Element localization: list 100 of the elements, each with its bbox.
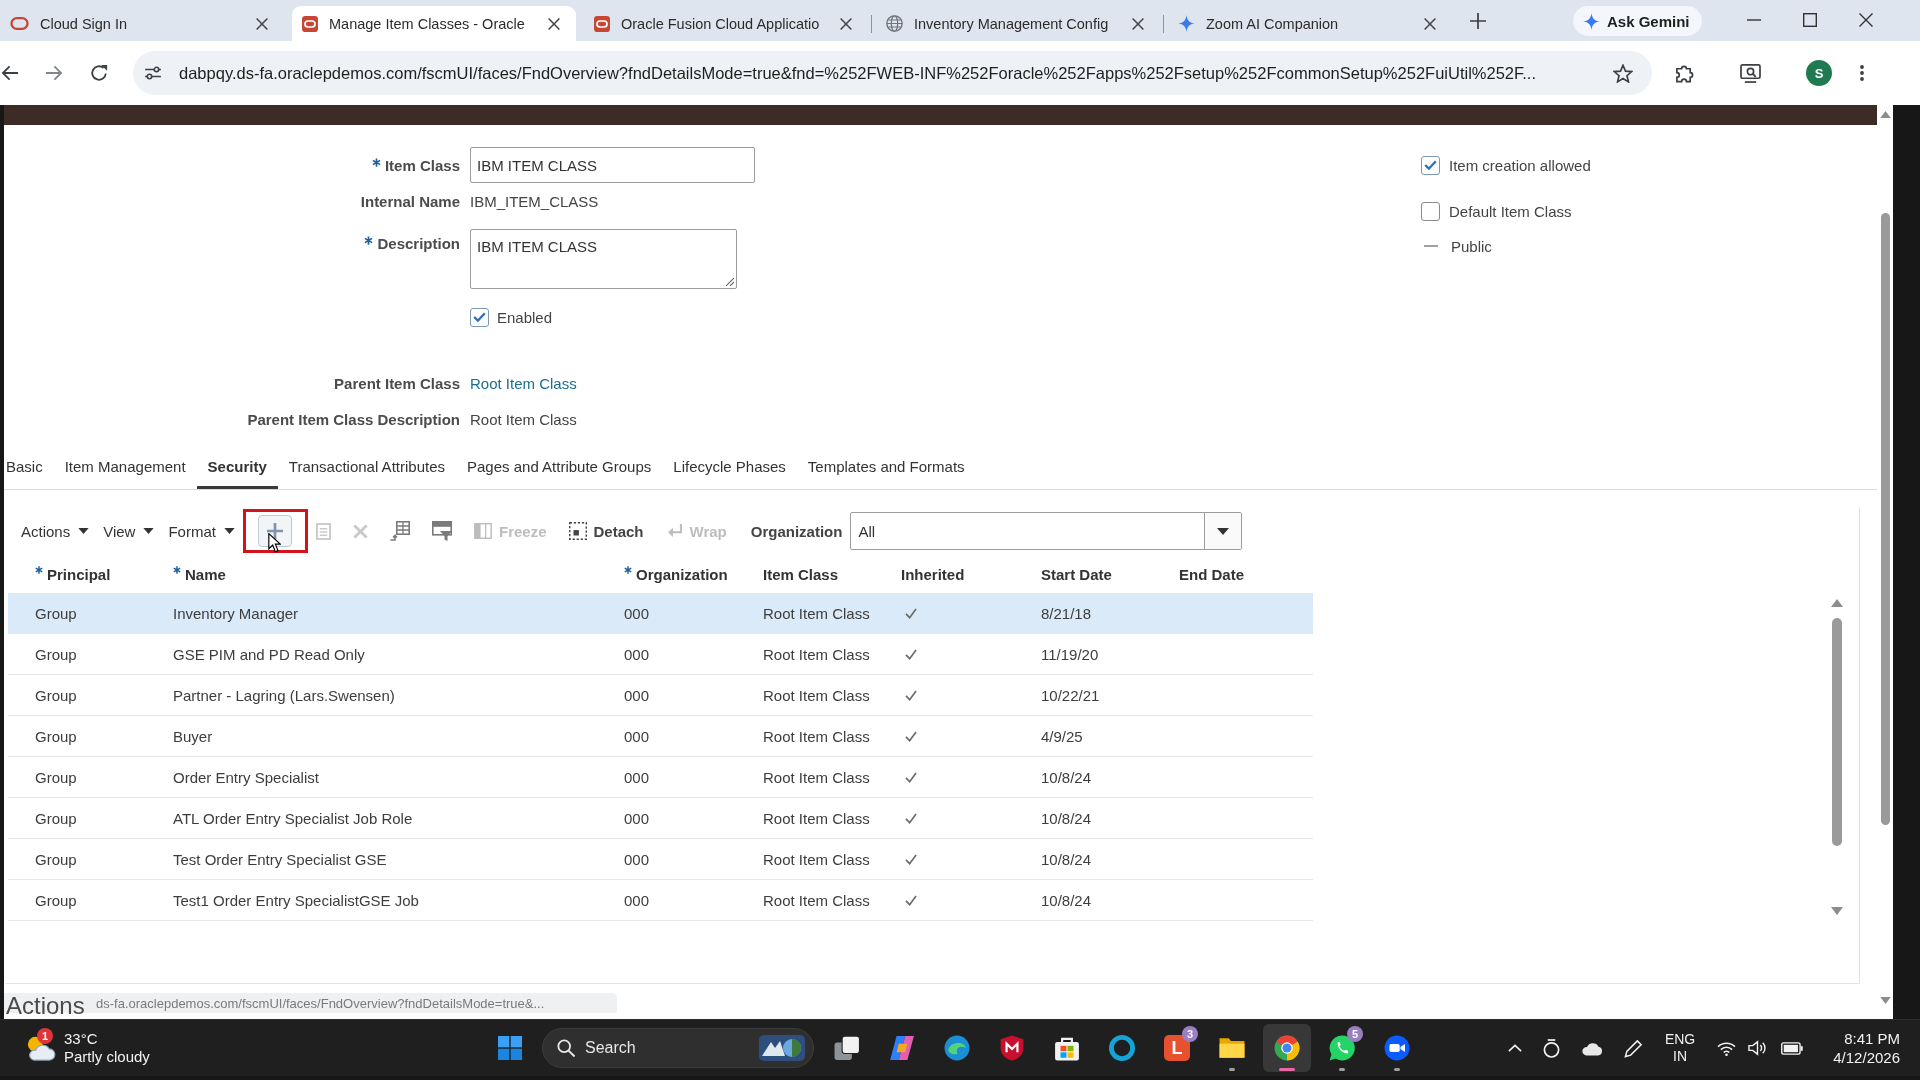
checkbox[interactable] [470, 307, 489, 327]
reload-icon[interactable] [90, 64, 108, 82]
field-label: Item Class [384, 156, 460, 174]
checkbox[interactable] [1421, 201, 1440, 221]
checkbox[interactable] [1421, 155, 1440, 175]
date-text[interactable]: 4/12/2026 [1833, 1048, 1900, 1067]
tab[interactable]: Security [196, 447, 278, 489]
scroll-down-icon[interactable] [1831, 907, 1843, 915]
table-cell: GSE PIM and PD Read Only [173, 645, 365, 663]
table-row[interactable]: Group Buyer 000 Root Item Class 4/9/25 [8, 716, 1313, 757]
screen-search-icon[interactable] [1740, 63, 1761, 83]
table-cell: 10/8/24 [1041, 850, 1092, 868]
scroll-down-icon[interactable] [1879, 997, 1891, 1004]
tab[interactable]: Transactional Attributes [277, 447, 456, 489]
table-cell: 000 [624, 645, 650, 663]
circle-icon[interactable] [1542, 1038, 1560, 1058]
tab[interactable]: Item Management [53, 447, 197, 489]
language-text[interactable]: ENG [1664, 1031, 1696, 1048]
pen-icon[interactable] [1623, 1038, 1643, 1058]
tab[interactable]: Lifecycle Phases [662, 447, 797, 489]
column-header: Organization [636, 565, 728, 583]
close-icon[interactable] [548, 17, 560, 30]
new-tab-icon[interactable] [1470, 13, 1486, 29]
close-icon[interactable] [1132, 17, 1144, 30]
table-cell: 10/8/24 [1041, 891, 1092, 909]
text-area-field[interactable]: IBM ITEM CLASS [470, 229, 737, 289]
caret-icon [1217, 527, 1230, 535]
table-cell: Root Item Class [763, 850, 870, 868]
close-icon[interactable] [256, 17, 268, 30]
more-icon[interactable] [1860, 65, 1864, 81]
column-header: Start Date [1041, 565, 1112, 583]
table-row[interactable]: Group Order Entry Specialist 000 Root Item Class 10/8/24 [8, 757, 1313, 798]
minimize-icon[interactable] [1746, 19, 1761, 21]
star-icon[interactable] [1613, 63, 1633, 83]
close-icon[interactable] [840, 17, 852, 30]
field-label: Parent Item Class Description [247, 410, 460, 428]
table-cell: Buyer [173, 727, 213, 745]
chevron-up-icon[interactable] [1507, 1044, 1522, 1052]
text-field[interactable]: IBM ITEM CLASS [470, 147, 755, 183]
wifi-icon[interactable] [1717, 1040, 1737, 1056]
ring-logo-icon [594, 15, 610, 32]
browser-tab[interactable]: Cloud Sign In [0, 6, 284, 41]
sparkle-icon [1583, 12, 1600, 30]
battery-icon[interactable] [1781, 1041, 1804, 1055]
scroll-up-icon[interactable] [1831, 599, 1843, 607]
table-row[interactable]: Group ATL Order Entry Specialist Job Role 000 Root Item Class 10/8/24 [8, 798, 1313, 839]
search-icon [557, 1039, 575, 1057]
table-row[interactable]: Group Inventory Manager 000 Root Item Class 8/21/18 [8, 593, 1313, 634]
status-url: ds-fa.oraclepdemos.com/fscmUI/faces/FndOverview?fndDetailsMode=true&... [96, 995, 545, 1011]
menu-button[interactable]: Format [168, 522, 235, 540]
shield-icon [999, 1035, 1025, 1061]
check-icon [473, 312, 486, 322]
scrollbar-thumb[interactable] [1832, 618, 1842, 846]
forward-icon[interactable] [45, 65, 63, 81]
table-row[interactable]: Group Partner - Lagring (Lars.Swensen) 000 Root Item Class 10/22/21 [8, 675, 1313, 716]
table-row[interactable]: Group Test Order Entry Specialist GSE 000 Root Item Class 10/8/24 [8, 839, 1313, 880]
browser-tab[interactable]: Manage Item Classes - Oracle [292, 6, 576, 41]
checkbox-label: Item creation allowed [1449, 156, 1591, 174]
close-icon[interactable] [1858, 13, 1873, 27]
scroll-up-icon[interactable] [1879, 111, 1891, 118]
table-row[interactable]: Group Test1 Order Entry SpecialistGSE Job 000 Root Item Class 10/8/24 [8, 880, 1313, 921]
caret-icon [78, 528, 90, 534]
browser-tab[interactable]: Oracle Fusion Cloud Applicatio [584, 6, 868, 41]
link[interactable]: Root Item Class [470, 374, 577, 392]
column-header: Name [185, 565, 226, 583]
swirl-logo-icon [889, 1035, 915, 1061]
tab[interactable]: Pages and Attribute Groups [456, 447, 663, 489]
menu-button[interactable]: Actions [21, 522, 90, 540]
ask-gemini-button[interactable]: Ask Gemini [1573, 6, 1702, 36]
select-field[interactable]: All [850, 512, 1243, 550]
close-icon[interactable] [1424, 17, 1436, 30]
tab[interactable]: Templates and Formats [796, 447, 976, 489]
table-cell: 10/8/24 [1041, 809, 1092, 827]
table-cell: Root Item Class [763, 809, 870, 827]
site-info-icon[interactable] [144, 66, 162, 80]
taskbar-button[interactable] [1263, 1024, 1311, 1072]
tab[interactable]: Basic [4, 447, 54, 489]
scrollbar-thumb[interactable] [1880, 213, 1890, 825]
checkbox-label: Default Item Class [1449, 202, 1572, 220]
puzzle-icon[interactable] [1675, 63, 1694, 83]
table-cell: Inventory Manager [173, 604, 299, 622]
maximize-icon[interactable] [1802, 13, 1817, 27]
clock-text[interactable]: 8:41 PM [1844, 1029, 1900, 1048]
address-field[interactable]: dabpqy.ds-fa.oraclepdemos.com/fscmUI/faces/FndOverview?fndDetailsMode=true&fnd=%252FWEB-INF%252Foracle%252Fapps%252Fsetup%252FcommonSetup%252FuiUtil%252F... [133, 51, 1652, 95]
resize-grip-icon [726, 278, 734, 286]
table-cell: Group [35, 891, 77, 909]
region-text[interactable]: IN [1673, 1048, 1688, 1065]
dropdown-button[interactable] [1204, 513, 1242, 549]
cloud-icon[interactable] [1580, 1040, 1603, 1056]
speaker-icon[interactable] [1748, 1040, 1768, 1056]
back-icon[interactable] [1, 65, 19, 81]
table-cell: Root Item Class [763, 768, 870, 786]
table-row[interactable]: Group GSE PIM and PD Read Only 000 Root Item Class 11/19/20 [8, 634, 1313, 675]
menu-button[interactable]: View [103, 522, 155, 540]
start-icon[interactable] [498, 1036, 522, 1060]
profile-avatar[interactable]: S [1806, 60, 1832, 86]
search-field[interactable]: Search [542, 1028, 814, 1068]
taskbar-button[interactable]: L 3 [1153, 1024, 1201, 1072]
detach-button[interactable]: Detach [564, 515, 648, 547]
table-cell: Order Entry Specialist [173, 768, 319, 786]
